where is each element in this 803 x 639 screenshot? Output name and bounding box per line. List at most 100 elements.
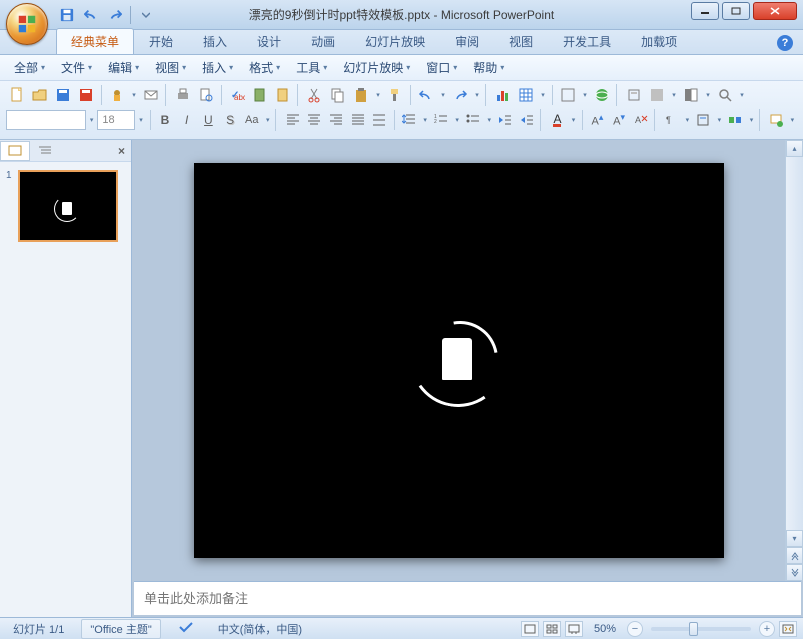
tab-developer[interactable]: 开发工具 xyxy=(548,28,626,54)
font-size-combo[interactable] xyxy=(97,110,135,130)
qat-customize-icon[interactable] xyxy=(135,4,157,26)
fit-window-icon[interactable] xyxy=(779,621,797,637)
outline-tab-icon[interactable] xyxy=(30,141,60,161)
clear-format-icon[interactable]: A xyxy=(631,109,652,131)
tab-review[interactable]: 审阅 xyxy=(440,28,494,54)
zoom-icon[interactable] xyxy=(714,84,736,106)
sorter-view-icon[interactable] xyxy=(543,621,561,637)
distribute-icon[interactable] xyxy=(369,109,390,131)
slides-tab-icon[interactable] xyxy=(0,141,30,161)
notes-input[interactable] xyxy=(134,582,801,615)
text-direction-icon[interactable]: ¶ xyxy=(661,109,682,131)
menu-window[interactable]: 窗口▾ xyxy=(420,56,463,79)
paste-dropdown[interactable]: ▾ xyxy=(373,84,383,106)
menu-slideshow[interactable]: 幻灯片放映▾ xyxy=(337,56,416,79)
redo-icon[interactable] xyxy=(104,4,126,26)
font-size-dropdown[interactable]: ▾ xyxy=(136,109,145,131)
slide-indicator[interactable]: 幻灯片 1/1 xyxy=(6,620,71,638)
font-color-icon[interactable]: A xyxy=(547,109,568,131)
zoom-slider[interactable] xyxy=(651,627,751,631)
chart-icon[interactable] xyxy=(492,84,514,106)
align-left-icon[interactable] xyxy=(282,109,303,131)
save-as-icon[interactable] xyxy=(75,84,97,106)
new-slide-icon[interactable] xyxy=(766,109,787,131)
font-name-dropdown[interactable]: ▾ xyxy=(87,109,96,131)
tab-animation[interactable]: 动画 xyxy=(296,28,350,54)
italic-icon[interactable]: I xyxy=(176,109,197,131)
menu-view[interactable]: 视图▾ xyxy=(149,56,192,79)
bullets-dropdown[interactable]: ▾ xyxy=(485,109,494,131)
scroll-up-icon[interactable]: ▴ xyxy=(786,140,803,157)
zoom-in-icon[interactable]: + xyxy=(759,621,775,637)
redo-icon[interactable] xyxy=(449,84,471,106)
menu-tools[interactable]: 工具▾ xyxy=(290,56,333,79)
tab-classic-menu[interactable]: 经典菜单 xyxy=(56,28,134,54)
help-icon[interactable]: ? xyxy=(777,35,793,51)
decrease-font-icon[interactable]: A▾ xyxy=(609,109,630,131)
hyperlink-icon[interactable] xyxy=(591,84,613,106)
case-dropdown[interactable]: ▾ xyxy=(263,109,272,131)
tab-design[interactable]: 设计 xyxy=(242,28,296,54)
justify-icon[interactable] xyxy=(347,109,368,131)
increase-indent-icon[interactable] xyxy=(517,109,538,131)
color-dropdown[interactable]: ▾ xyxy=(703,84,713,106)
normal-view-icon[interactable] xyxy=(521,621,539,637)
menu-insert[interactable]: 插入▾ xyxy=(196,56,239,79)
vertical-scrollbar[interactable]: ▴ ▾ xyxy=(785,140,803,581)
vertical-align-icon[interactable] xyxy=(693,109,714,131)
next-slide-icon[interactable] xyxy=(786,564,803,581)
panel-close-icon[interactable]: × xyxy=(118,144,125,158)
undo-dropdown[interactable]: ▾ xyxy=(438,84,448,106)
minimize-button[interactable] xyxy=(691,2,719,20)
smartart-dropdown[interactable]: ▾ xyxy=(747,109,756,131)
scroll-down-icon[interactable]: ▾ xyxy=(786,530,803,547)
spellcheck-status-icon[interactable] xyxy=(171,619,201,638)
tab-home[interactable]: 开始 xyxy=(134,28,188,54)
menu-help[interactable]: 帮助▾ xyxy=(467,56,510,79)
underline-icon[interactable]: U xyxy=(198,109,219,131)
slide-canvas[interactable] xyxy=(194,163,724,558)
new-slide-dropdown[interactable]: ▾ xyxy=(788,109,797,131)
slide-thumbnail-1[interactable]: 1 xyxy=(6,170,125,242)
font-color-dropdown[interactable]: ▾ xyxy=(569,109,578,131)
cut-icon[interactable] xyxy=(304,84,326,106)
undo-icon[interactable] xyxy=(80,4,102,26)
tables-borders-icon[interactable] xyxy=(557,84,579,106)
menu-all[interactable]: 全部▾ xyxy=(8,56,51,79)
shadow-icon[interactable]: S xyxy=(220,109,241,131)
maximize-button[interactable] xyxy=(722,2,750,20)
permission-dropdown[interactable]: ▾ xyxy=(129,84,139,106)
language-indicator[interactable]: 中文(简体，中国) xyxy=(211,620,309,638)
menu-edit[interactable]: 编辑▾ xyxy=(102,56,145,79)
bold-icon[interactable]: B xyxy=(155,109,176,131)
text-dir-dropdown[interactable]: ▾ xyxy=(683,109,692,131)
prev-slide-icon[interactable] xyxy=(786,547,803,564)
tab-addins[interactable]: 加载项 xyxy=(626,28,692,54)
show-formatting-icon[interactable] xyxy=(623,84,645,106)
undo-icon[interactable] xyxy=(415,84,437,106)
permission-icon[interactable] xyxy=(106,84,128,106)
paste-icon[interactable] xyxy=(350,84,372,106)
bullets-icon[interactable] xyxy=(463,109,484,131)
menu-file[interactable]: 文件▾ xyxy=(55,56,98,79)
zoom-slider-thumb[interactable] xyxy=(689,622,698,636)
numbering-icon[interactable]: 12 xyxy=(431,109,452,131)
grid-icon[interactable] xyxy=(646,84,668,106)
decrease-indent-icon[interactable] xyxy=(495,109,516,131)
change-case-icon[interactable]: Aa xyxy=(241,109,262,131)
save-icon[interactable] xyxy=(52,84,74,106)
theme-indicator[interactable]: "Office 主题" xyxy=(81,619,160,639)
menu-format[interactable]: 格式▾ xyxy=(243,56,286,79)
thesaurus-icon[interactable] xyxy=(272,84,294,106)
research-icon[interactable] xyxy=(249,84,271,106)
zoom-dropdown[interactable]: ▾ xyxy=(737,84,747,106)
line-spacing-dropdown[interactable]: ▾ xyxy=(420,109,429,131)
tab-insert[interactable]: 插入 xyxy=(188,28,242,54)
borders-dropdown[interactable]: ▾ xyxy=(580,84,590,106)
save-icon[interactable] xyxy=(56,4,78,26)
align-center-icon[interactable] xyxy=(304,109,325,131)
numbering-dropdown[interactable]: ▾ xyxy=(453,109,462,131)
email-icon[interactable] xyxy=(140,84,162,106)
valign-dropdown[interactable]: ▾ xyxy=(715,109,724,131)
slide-view[interactable] xyxy=(132,140,785,581)
